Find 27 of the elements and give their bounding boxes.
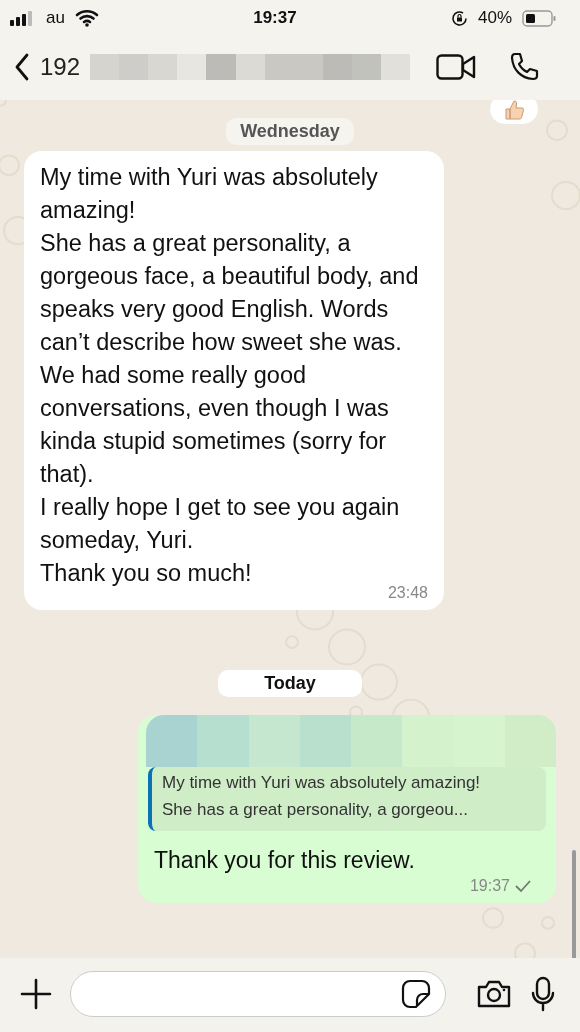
back-icon[interactable] [14, 53, 30, 81]
quoted-message[interactable]: My time with Yuri was absolutely amazing! She has a great personality, a gorgeou... [148, 767, 546, 831]
date-label: Wednesday [226, 118, 354, 145]
phone-icon[interactable] [508, 51, 540, 83]
video-call-icon[interactable] [436, 54, 476, 80]
plus-icon[interactable] [20, 978, 52, 1010]
sticker-icon[interactable] [401, 979, 431, 1009]
message-bubble[interactable] [24, 151, 444, 610]
thumbs-up-icon [502, 100, 526, 122]
contact-name[interactable]: 192 [40, 53, 81, 81]
clock-time: 19:37 [253, 8, 297, 28]
message-time: 19:37 [469, 877, 510, 895]
message-field[interactable] [70, 971, 446, 1017]
message-text: My time with Yuri was absolutely amazing! She has a great personality, a gorgeous face, a beautiful body, and speaks very good English. Words can’t describe how sweet she was. We had some really good conversations, even though I was kinda stupid sometimes (sorry for that). I really hope I get to see you again someday, Yuri. Thank you so much! [40, 163, 420, 586]
date-label: Today [218, 670, 362, 697]
quoted-text: My time with Yuri was absolutely amazing! She has a great personality, a gorgeou... [162, 772, 482, 821]
message-text: Thank you for this review. [153, 846, 416, 875]
message-time: 23:48 [387, 584, 428, 602]
scrollbar[interactable] [572, 850, 576, 958]
battery-percent: 40% [477, 8, 512, 28]
rotation-lock-icon [450, 9, 468, 27]
wifi-icon [74, 9, 99, 27]
battery-icon [522, 9, 556, 27]
camera-icon[interactable] [476, 979, 512, 1009]
message-bubble[interactable]: My time with Yuri was absolutely amazing! She has a great personality, a gorgeou... Thank you for this review. 19:37 [138, 715, 556, 903]
microphone-icon[interactable] [530, 976, 556, 1012]
carrier-name: au [46, 8, 65, 28]
